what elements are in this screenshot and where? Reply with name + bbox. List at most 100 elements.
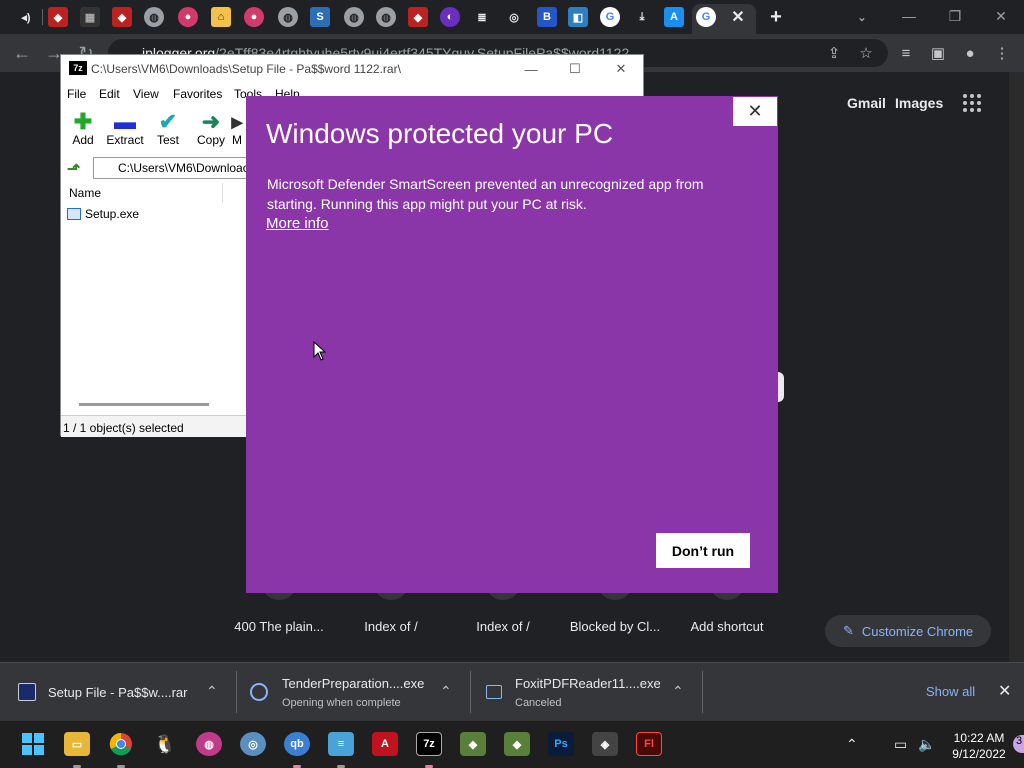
exe-file-icon — [67, 208, 81, 220]
close-icon[interactable]: ✕ — [601, 59, 641, 79]
horizontal-scrollbar[interactable] — [79, 403, 209, 406]
globe-tab-icon[interactable]: ◍ — [144, 7, 164, 27]
7zip-taskbar-icon[interactable]: 7z — [416, 732, 442, 756]
app-icon[interactable]: ◎ — [240, 732, 266, 756]
images-link[interactable]: Images — [895, 95, 943, 111]
flash-icon[interactable]: Fl — [636, 732, 662, 756]
tab-favicon[interactable]: S — [310, 7, 330, 27]
page-scrollbar[interactable] — [1009, 72, 1024, 662]
bookmark-star-icon[interactable]: ☆ — [856, 43, 876, 63]
photoshop-icon[interactable]: Ps — [548, 732, 574, 756]
close-tab-icon[interactable]: ✕ — [728, 7, 748, 27]
network-icon[interactable]: ▭ — [894, 736, 907, 753]
more-info-link[interactable]: More info — [266, 215, 329, 232]
extract-button[interactable]: ▬ Extract — [103, 109, 147, 147]
chevron-up-icon[interactable]: ⌃ — [672, 683, 684, 700]
customize-chrome-button[interactable]: ✎ Customize Chrome — [825, 615, 991, 647]
dont-run-button[interactable]: Don’t run — [656, 533, 750, 568]
chevron-up-icon[interactable]: ⌃ — [206, 683, 218, 700]
tray-overflow-icon[interactable]: ⌃ — [846, 736, 858, 753]
archive-file-icon — [18, 683, 36, 701]
download-item[interactable]: FoxitPDFReader11....exe Canceled ⌃ — [474, 663, 702, 721]
acrobat-icon[interactable]: A — [372, 732, 398, 756]
add-shortcut-label[interactable]: Add shortcut — [672, 619, 782, 634]
linux-penguin-icon[interactable]: 🐧 — [152, 732, 178, 756]
menu-file[interactable]: File — [67, 87, 86, 101]
shield-tab-icon[interactable]: ◆ — [112, 7, 132, 27]
shortcut-label[interactable]: 400 The plain... — [224, 619, 334, 634]
tab-favicon[interactable]: ▦ — [80, 7, 100, 27]
appstore-tab-icon[interactable]: A — [664, 7, 684, 27]
profile-icon[interactable]: ● — [960, 43, 980, 63]
google-tab-icon[interactable]: G — [696, 7, 716, 27]
clock[interactable]: 10:22 AM 9/12/2022 — [944, 730, 1014, 762]
side-panel-icon[interactable]: ▣ — [928, 43, 948, 63]
media-icon[interactable]: ≡ — [896, 43, 916, 63]
tab-favicon[interactable]: ◧ — [568, 7, 588, 27]
download-shelf: Setup File - Pa$$w....rar ⌃ TenderPrepar… — [0, 662, 1024, 720]
restore-icon[interactable]: ❐ — [932, 4, 978, 28]
download-status: Canceled — [515, 697, 562, 709]
tab-search-icon[interactable]: ⌄ — [852, 7, 872, 27]
app-icon[interactable]: ◍ — [196, 732, 222, 756]
menu-favorites[interactable]: Favorites — [173, 87, 222, 101]
home-tab-icon[interactable]: ⌂ — [211, 7, 231, 27]
shield-tab-icon[interactable]: ◆ — [48, 7, 68, 27]
close-shelf-icon[interactable]: ✕ — [998, 681, 1011, 701]
file-explorer-icon[interactable]: ▭ — [64, 732, 90, 756]
close-window-icon[interactable]: ✕ — [978, 4, 1024, 28]
app-icon[interactable]: ◆ — [504, 732, 530, 756]
google-apps-icon[interactable] — [963, 94, 981, 112]
exe-file-icon — [486, 685, 502, 699]
audio-tab-icon[interactable]: ◂) — [16, 7, 36, 27]
chrome-icon[interactable] — [108, 732, 134, 756]
google-tab-icon[interactable]: G — [600, 7, 620, 27]
test-button[interactable]: ✔ Test — [146, 109, 190, 147]
share-icon[interactable]: ⇪ — [824, 43, 844, 63]
add-icon: ✚ — [73, 109, 93, 134]
show-all-button[interactable]: Show all — [926, 684, 975, 699]
tab-favicon[interactable]: ● — [178, 7, 198, 27]
new-tab-icon[interactable]: + — [766, 6, 786, 28]
customize-label: Customize Chrome — [861, 623, 974, 639]
7zip-titlebar[interactable]: 7z C:\Users\VM6\Downloads\Setup File - P… — [61, 55, 643, 83]
list-item[interactable]: Setup.exe — [67, 207, 139, 221]
globe-tab-icon[interactable]: ◍ — [376, 7, 396, 27]
maximize-icon[interactable]: ☐ — [555, 59, 595, 79]
shortcut-label[interactable]: Index of / — [448, 619, 558, 634]
qbittorrent-icon[interactable]: qb — [284, 732, 310, 756]
minimize-icon[interactable]: — — [886, 4, 932, 28]
start-windows-icon[interactable] — [20, 732, 46, 756]
volume-icon[interactable]: 🔈 — [918, 736, 935, 753]
notification-badge[interactable]: 3 — [1013, 735, 1024, 753]
menu-icon[interactable]: ⋮ — [992, 43, 1012, 63]
app-icon[interactable]: ◆ — [460, 732, 486, 756]
globe-tab-icon[interactable]: ◍ — [344, 7, 364, 27]
tab-favicon[interactable]: ● — [244, 7, 264, 27]
shield-tab-icon[interactable]: ◆ — [408, 7, 428, 27]
back-icon[interactable]: ← — [10, 42, 34, 64]
download-item[interactable]: Setup File - Pa$$w....rar ⌃ — [0, 663, 232, 721]
menu-edit[interactable]: Edit — [99, 87, 120, 101]
7zip-title: C:\Users\VM6\Downloads\Setup File - Pa$$… — [91, 62, 401, 76]
download-tab-icon[interactable]: ⤓ — [632, 7, 652, 27]
column-name-header[interactable]: Name — [63, 183, 223, 203]
tab-favicon[interactable]: B — [537, 7, 557, 27]
close-dialog-button[interactable]: ✕ — [732, 96, 778, 127]
database-tab-icon[interactable]: ≣ — [472, 7, 492, 27]
chrome-tab-icon[interactable]: ◎ — [504, 7, 524, 27]
globe-tab-icon[interactable]: ◍ — [278, 7, 298, 27]
add-button[interactable]: ✚ Add — [61, 109, 105, 147]
up-folder-icon[interactable]: ⬏ — [67, 159, 85, 178]
time: 10:22 AM — [953, 731, 1005, 745]
menu-view[interactable]: View — [133, 87, 159, 101]
shortcut-label[interactable]: Blocked by Cl... — [560, 619, 670, 634]
chevron-up-icon[interactable]: ⌃ — [440, 683, 452, 700]
gmail-link[interactable]: Gmail — [847, 95, 886, 111]
shortcut-label[interactable]: Index of / — [336, 619, 446, 634]
minimize-icon[interactable]: — — [511, 59, 551, 79]
notepad-icon[interactable]: ≡ — [328, 732, 354, 756]
download-item[interactable]: TenderPreparation....exe Opening when co… — [240, 663, 466, 721]
app-icon[interactable]: ◈ — [592, 732, 618, 756]
tab-favicon[interactable]: ◐ — [440, 7, 460, 27]
